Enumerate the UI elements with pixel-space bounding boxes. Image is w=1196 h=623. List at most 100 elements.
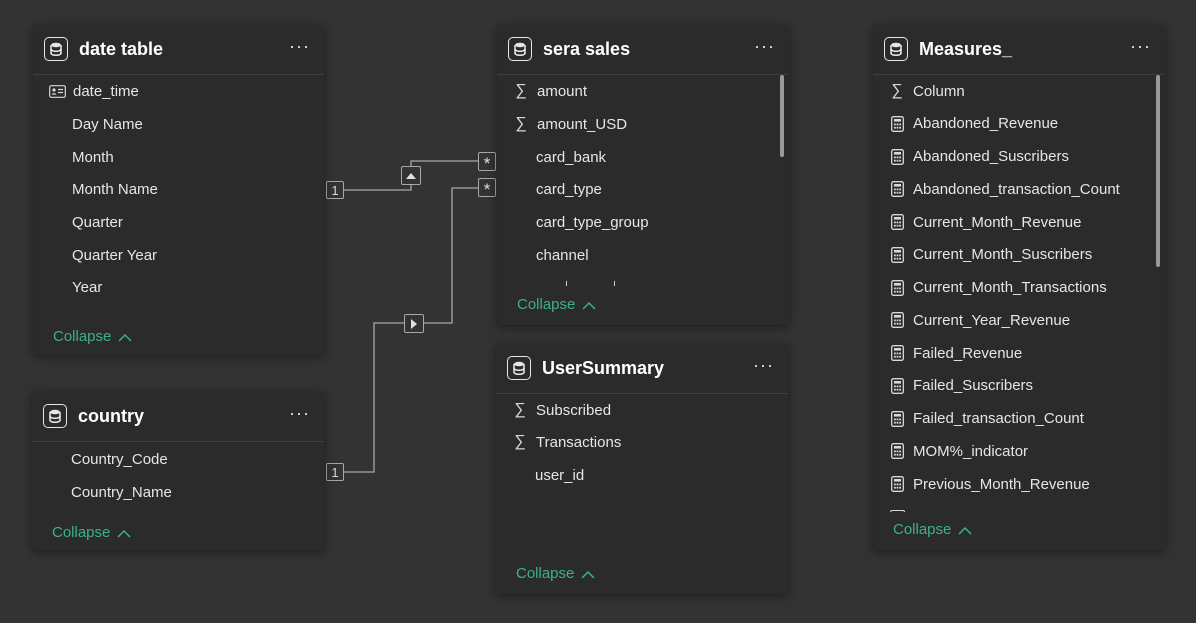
measure-row[interactable]: Current_Month_Suscribers	[873, 239, 1165, 271]
collapse-label: Collapse	[516, 565, 575, 582]
cardinality-many-label: *	[483, 179, 491, 199]
table-header[interactable]: date table ···	[33, 25, 324, 75]
table-card-country[interactable]: country ··· Country_Code Country_Name Co…	[32, 392, 324, 550]
filter-direction-up-icon	[401, 166, 421, 185]
cardinality-many-label: *	[483, 153, 491, 173]
filter-direction-right-icon	[404, 314, 424, 333]
chevron-up-icon	[581, 570, 595, 579]
measure-row[interactable]: Abandoned_transaction_Count	[873, 173, 1165, 205]
field-row[interactable]: ∑ Transactions	[496, 426, 788, 458]
table-card-measures[interactable]: Measures_ ··· ∑ Column Abandoned_Revenue…	[873, 25, 1165, 550]
field-list[interactable]: ∑ Column Abandoned_Revenue Abandoned_Susc…	[873, 75, 1165, 512]
field-row[interactable]: card_type_group	[497, 206, 789, 238]
table-header[interactable]: country ···	[32, 392, 324, 442]
database-icon	[43, 404, 67, 428]
field-list[interactable]: ∑ amount ∑ amount_USD card_bank card_typ…	[497, 75, 789, 287]
measure-label: Abandoned_Revenue	[913, 115, 1059, 133]
field-row[interactable]: user_id	[496, 459, 788, 491]
table-header[interactable]: sera sales ···	[497, 25, 789, 75]
field-label: Column	[913, 82, 965, 100]
calculator-icon	[888, 442, 906, 460]
more-options-button[interactable]: ···	[289, 404, 310, 422]
measure-label: Failed_Revenue	[913, 344, 1023, 362]
field-row[interactable]: ∑ Subscribed	[496, 394, 788, 426]
table-title: Measures_	[919, 39, 1013, 59]
calculator-icon	[888, 344, 906, 362]
measure-label: Previous_Month_Revenue	[913, 475, 1090, 493]
cardinality-many-badge: *	[478, 178, 496, 199]
field-label: channel	[536, 246, 589, 264]
table-card-user-summary[interactable]: UserSummary ··· ∑ Subscribed ∑ Transacti…	[496, 344, 788, 594]
measure-label: Abandoned_Suscribers	[913, 148, 1069, 165]
calculator-icon	[888, 148, 906, 166]
table-card-sera-sales[interactable]: sera sales ··· ∑ amount ∑ amount_USD car…	[497, 25, 789, 325]
measure-row[interactable]: Abandoned_Revenue	[873, 108, 1165, 140]
collapse-button[interactable]: Collapse	[893, 521, 972, 538]
field-label: amount	[537, 82, 588, 100]
measure-row[interactable]: Failed_transaction_Count	[873, 403, 1165, 435]
scrollbar[interactable]	[1156, 75, 1160, 267]
measure-label: MOM%_indicator	[913, 442, 1029, 460]
cardinality-one-label: 1	[331, 464, 339, 480]
measure-row[interactable]: Current_Month_Revenue	[873, 206, 1165, 238]
measure-label: Current_Month_Suscribers	[913, 246, 1093, 264]
field-row[interactable]: date_time	[33, 75, 324, 107]
calculator-icon	[888, 475, 906, 493]
field-row[interactable]: channel	[497, 239, 789, 271]
collapse-button[interactable]: Collapse	[52, 524, 131, 541]
field-row[interactable]: Quarter	[33, 206, 324, 238]
cardinality-many-badge: *	[478, 152, 496, 173]
field-row-partial	[536, 281, 626, 287]
field-row[interactable]: Country_Code	[32, 443, 324, 475]
calculator-icon	[888, 115, 906, 133]
field-label: card_type	[536, 180, 602, 198]
measure-row[interactable]: Current_Month_Transactions	[873, 272, 1165, 304]
measure-row[interactable]: Abandoned_Suscribers	[873, 141, 1165, 173]
field-row[interactable]: Day Name	[33, 108, 324, 140]
table-header[interactable]: UserSummary ···	[496, 344, 788, 394]
collapse-button[interactable]: Collapse	[517, 296, 596, 313]
field-row[interactable]: Month Name	[33, 173, 324, 205]
field-row[interactable]: Year	[33, 271, 324, 303]
field-row[interactable]: card_type	[497, 173, 789, 205]
more-options-button[interactable]: ···	[754, 37, 775, 55]
measure-label: Current_Year_Revenue	[913, 311, 1071, 329]
calculator-icon	[888, 213, 906, 231]
cardinality-one-label: 1	[331, 182, 339, 198]
database-icon	[884, 37, 908, 61]
database-icon	[44, 37, 68, 61]
more-options-button[interactable]: ···	[753, 356, 774, 374]
scrollbar[interactable]	[780, 75, 784, 157]
field-label: Subscribed	[536, 401, 612, 419]
field-row[interactable]: ∑ Column	[873, 75, 1165, 107]
more-options-button[interactable]: ···	[289, 37, 310, 55]
measure-row[interactable]: Previous_Month_Revenue	[873, 468, 1165, 500]
table-header[interactable]: Measures_ ···	[873, 25, 1165, 75]
database-icon	[508, 37, 532, 61]
field-row[interactable]: Country_Name	[32, 476, 324, 508]
field-label: date_time	[73, 82, 139, 100]
collapse-button[interactable]: Collapse	[53, 328, 132, 345]
more-options-button[interactable]: ···	[1130, 37, 1151, 55]
field-label: Year	[72, 278, 103, 296]
field-row[interactable]: ∑ amount_USD	[497, 108, 789, 140]
field-row[interactable]: Quarter Year	[33, 239, 324, 271]
measure-label: Failed_transaction_Count	[913, 410, 1084, 427]
chevron-up-icon	[582, 301, 596, 310]
measure-row-partial	[890, 509, 905, 512]
measure-row[interactable]: MOM%_indicator	[873, 435, 1165, 467]
field-label: card_bank	[536, 148, 607, 166]
field-row[interactable]: ∑ amount	[497, 75, 789, 107]
table-card-date-table[interactable]: date table ··· date_time Day Name Month …	[33, 25, 324, 355]
sigma-icon: ∑	[891, 82, 903, 99]
measure-row[interactable]: Failed_Revenue	[873, 337, 1165, 369]
measure-row[interactable]: Current_Year_Revenue	[873, 304, 1165, 336]
collapse-button[interactable]: Collapse	[516, 565, 595, 582]
id-card-icon	[48, 82, 66, 100]
field-label: card_type_group	[536, 213, 649, 231]
measure-row[interactable]: Failed_Suscribers	[873, 370, 1165, 402]
collapse-label: Collapse	[517, 296, 576, 313]
field-row[interactable]: Month	[33, 141, 324, 173]
field-label: Transactions	[536, 433, 622, 451]
field-row[interactable]: card_bank	[497, 141, 789, 173]
